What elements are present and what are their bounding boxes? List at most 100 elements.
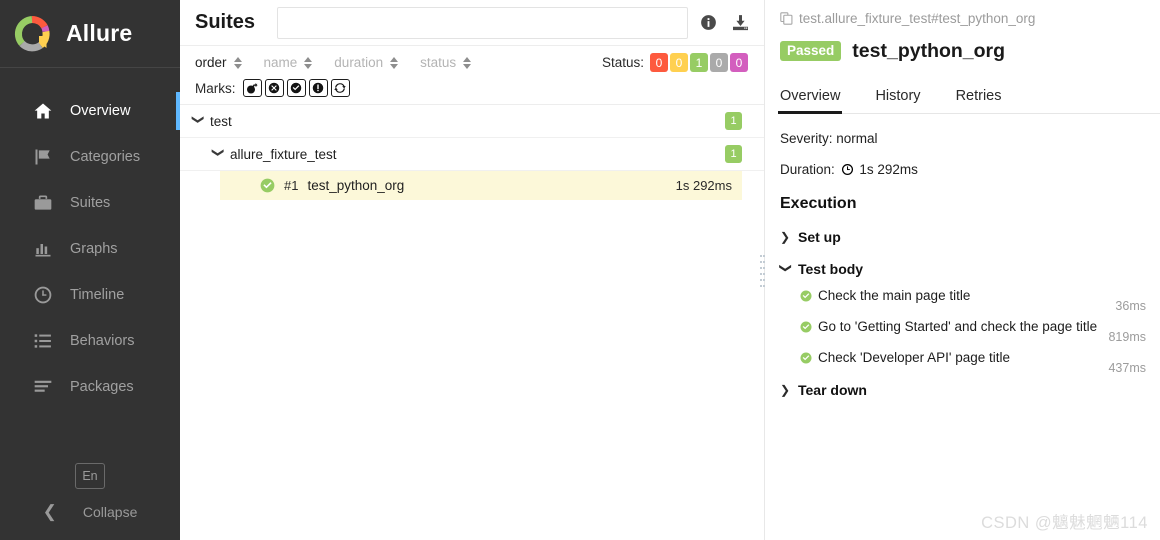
status-badge-skipped[interactable]: 0 (710, 53, 728, 72)
tree-node-label: test (210, 113, 232, 129)
info-circle-icon[interactable] (700, 14, 717, 31)
step-label: Go to 'Getting Started' and check the pa… (818, 318, 1098, 334)
collapse-button[interactable]: ❮ Collapse (43, 503, 138, 520)
brand: Allure (0, 0, 180, 68)
sidebar-item-overview[interactable]: Overview (0, 88, 180, 134)
test-title-row: Passed test_python_org (780, 36, 1160, 66)
bomb-icon[interactable] (242, 79, 262, 97)
accordion-teardown[interactable]: ❯ Tear down (780, 382, 1160, 398)
marks-label: Marks: (195, 80, 236, 96)
detail-tabs: Overview History Retries (777, 76, 1160, 114)
status-badge-failed[interactable]: 0 (650, 53, 668, 72)
tree-leaf-test[interactable]: #1 test_python_org 1s 292ms (220, 171, 742, 200)
step-item[interactable]: Check the main page title 36ms (780, 285, 1160, 316)
sorter-label: status (420, 55, 457, 70)
filters-bar: order name duration status Status: 0 0 1… (180, 46, 764, 105)
tree-node-label: allure_fixture_test (230, 146, 337, 162)
test-title: test_python_org (852, 39, 1006, 62)
page-title: Suites (195, 11, 256, 33)
sidebar-item-categories[interactable]: Categories (0, 134, 180, 180)
passed-check-icon (800, 289, 812, 302)
watermark: CSDN @魑魅魍魉114 (981, 514, 1148, 532)
download-icon[interactable] (731, 14, 750, 32)
check-circle-icon[interactable] (286, 79, 306, 97)
tree-leaf-label: test_python_org (307, 178, 405, 193)
tab-overview[interactable]: Overview (777, 88, 843, 114)
sidebar-item-timeline[interactable]: Timeline (0, 272, 180, 318)
sidebar-item-graphs[interactable]: Graphs (0, 226, 180, 272)
bar-chart-icon (32, 238, 54, 260)
sorter-label: duration (334, 55, 384, 70)
breadcrumb-text[interactable]: test.allure_fixture_test#test_python_org (799, 11, 1035, 26)
accordion-label: Test body (798, 261, 864, 277)
execution-heading: Execution (780, 195, 857, 212)
briefcase-icon (32, 192, 54, 214)
tree-node-suite[interactable]: ❯ test 1 (180, 105, 764, 138)
sort-arrows-icon (463, 56, 472, 69)
exclamation-circle-icon[interactable] (308, 79, 328, 97)
clock-icon (841, 163, 854, 176)
sidebar-item-packages[interactable]: Packages (0, 364, 180, 410)
sidebar-item-suites[interactable]: Suites (0, 180, 180, 226)
sorter-name[interactable]: name (264, 55, 313, 70)
allure-logo-icon (12, 14, 52, 54)
tree-leaf-index: #1 (284, 178, 299, 193)
sorters-row: order name duration status Status: 0 0 1… (195, 52, 750, 73)
tree-leaf-duration: 1s 292ms (675, 178, 732, 193)
accordion-test-body[interactable]: ❯ Test body (779, 261, 1160, 277)
x-circle-icon[interactable] (264, 79, 284, 97)
chevron-down-icon: ❯ (211, 147, 226, 158)
status-badge-unknown[interactable]: 0 (730, 53, 748, 72)
tree-node-child[interactable]: ❯ allure_fixture_test 1 (180, 138, 764, 171)
accordion-label: Set up (798, 229, 841, 245)
sort-arrows-icon (390, 56, 399, 69)
step-item[interactable]: Check 'Developer API' page title 437ms (780, 347, 1160, 378)
sorter-status[interactable]: status (420, 55, 472, 70)
sidebar-item-behaviors[interactable]: Behaviors (0, 318, 180, 364)
sorter-duration[interactable]: duration (334, 55, 399, 70)
sidebar-nav: Overview Categories Suites Graphs Timeli… (0, 88, 180, 410)
status-badge-passed[interactable]: 1 (690, 53, 708, 72)
step-duration: 819ms (1108, 330, 1146, 344)
sorter-order[interactable]: order (195, 55, 242, 70)
passed-check-icon (260, 178, 275, 193)
accordion-setup[interactable]: ❯ Set up (780, 229, 1160, 245)
passed-check-icon (800, 351, 812, 364)
status-badge-broken[interactable]: 0 (670, 53, 688, 72)
collapse-label: Collapse (82, 503, 138, 520)
sidebar-item-label: Behaviors (70, 333, 135, 349)
duration-value: 1s 292ms (859, 162, 918, 177)
allure-report-app: Allure Overview Categories Suites Graphs… (0, 0, 1160, 540)
retry-icon[interactable] (330, 79, 350, 97)
tab-retries[interactable]: Retries (956, 88, 1002, 113)
sidebar-item-label: Packages (70, 379, 134, 395)
duration-row: Duration: 1s 292ms (780, 162, 1160, 177)
home-icon (32, 100, 54, 122)
steps-list: Check the main page title 36ms Go to 'Ge… (780, 285, 1160, 378)
suites-tree: ❯ test 1 ❯ allure_fixture_test 1 #1 test… (180, 105, 764, 540)
tab-history[interactable]: History (875, 88, 920, 113)
sidebar: Allure Overview Categories Suites Graphs… (0, 0, 180, 540)
severity-row: Severity: normal (780, 131, 878, 146)
panel-resize-handle[interactable] (760, 255, 765, 287)
step-item[interactable]: Go to 'Getting Started' and check the pa… (780, 316, 1160, 347)
status-badge: Passed (780, 41, 842, 61)
marks-row: Marks: (195, 79, 750, 97)
sort-arrows-icon (304, 56, 313, 69)
chevron-right-icon: ❯ (780, 383, 791, 397)
sidebar-item-label: Categories (70, 149, 141, 165)
step-duration: 437ms (1108, 361, 1146, 375)
search-box[interactable] (277, 6, 688, 39)
search-input[interactable] (278, 7, 687, 38)
sidebar-footer: En ❮ Collapse (0, 463, 180, 520)
test-detail-panel: test.allure_fixture_test#test_python_org… (765, 0, 1160, 540)
brand-name: Allure (66, 20, 133, 46)
tree-node-count: 1 (725, 145, 742, 163)
sidebar-item-label: Timeline (70, 287, 125, 303)
suites-header: Suites (180, 0, 764, 46)
accordion-label: Tear down (798, 382, 867, 398)
chevron-right-icon: ❯ (780, 230, 791, 244)
header-icons (700, 14, 750, 32)
language-button[interactable]: En (75, 463, 105, 489)
copy-icon[interactable] (780, 11, 793, 25)
